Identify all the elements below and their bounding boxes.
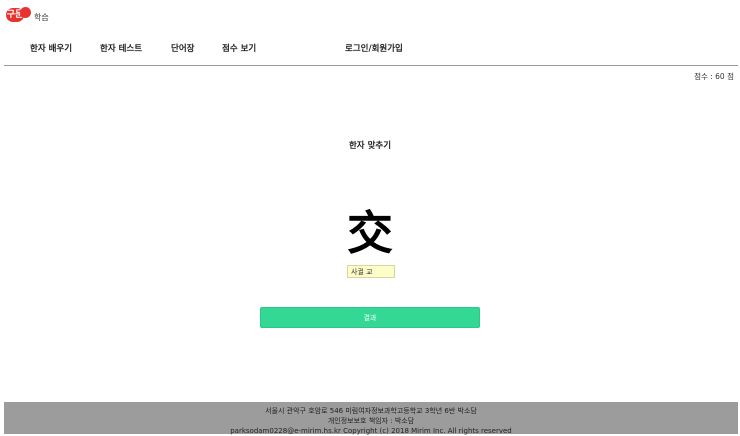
main-nav: 한자 배우기 한자 테스트 단어장 점수 보기 로그인/회원가입	[0, 42, 740, 54]
footer: 서울시 관악구 호암로 546 미림여자정보과학고등학교 3학년 6반 박소담 …	[4, 402, 738, 435]
result-button[interactable]: 결과	[260, 307, 480, 328]
nav-item-hanja-test[interactable]: 한자 테스트	[100, 42, 142, 54]
hanja-character: 交	[347, 206, 393, 260]
nav-item-login-signup[interactable]: 로그인/회원가입	[345, 42, 403, 54]
score-display: 점수 : 60 점	[694, 72, 734, 81]
quiz-title: 한자 맞추기	[348, 141, 392, 151]
logo-dot-icon	[20, 6, 31, 18]
logo-text: 학습	[34, 12, 49, 22]
answer-input[interactable]	[347, 265, 395, 278]
header-divider	[4, 65, 738, 66]
site-logo[interactable]: 구문 학습	[6, 5, 49, 25]
nav-item-learn-hanja[interactable]: 한자 배우기	[30, 42, 72, 54]
footer-privacy-officer: 개인정보보호 책임자 : 박소담	[327, 417, 415, 425]
nav-item-vocabulary[interactable]: 단어장	[171, 42, 194, 54]
footer-copyright: parksodam0228@e-mirim.hs.kr Copyright (c…	[230, 427, 512, 435]
nav-item-view-score[interactable]: 점수 보기	[222, 42, 256, 54]
footer-address: 서울시 관악구 호암로 546 미림여자정보과학고등학교 3학년 6반 박소담	[265, 407, 477, 415]
